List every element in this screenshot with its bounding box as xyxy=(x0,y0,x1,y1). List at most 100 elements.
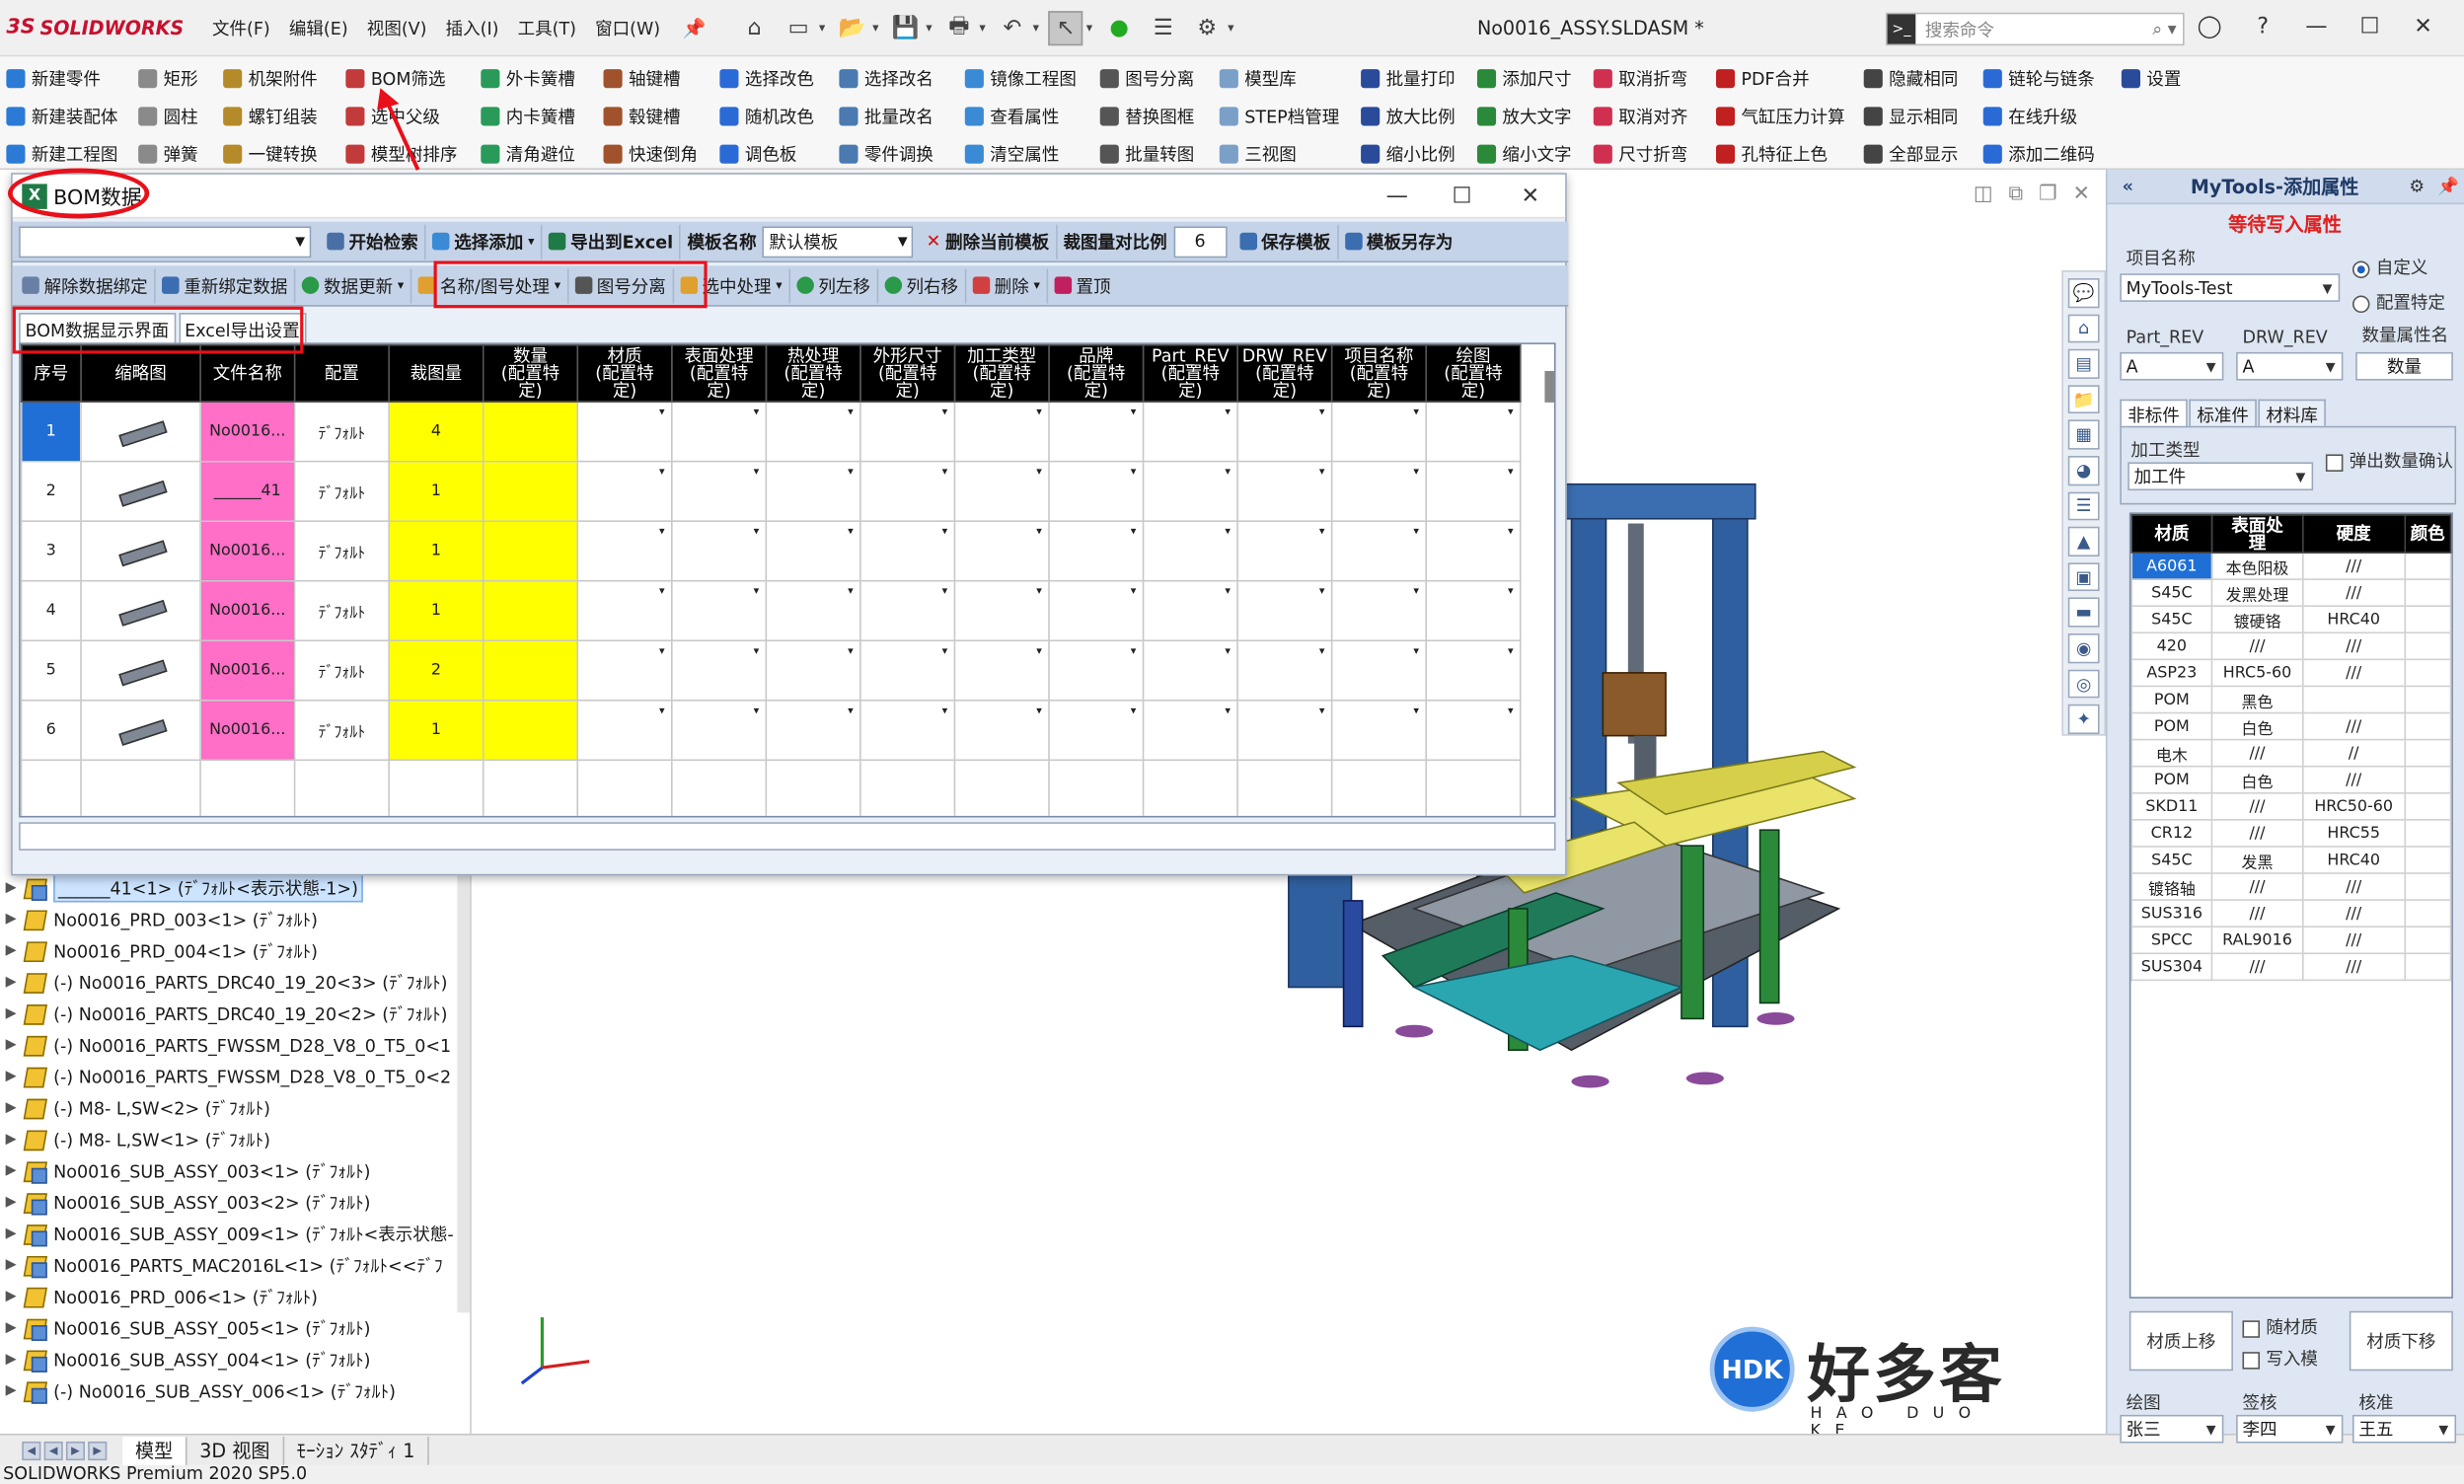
bom-cell[interactable]: ▾ xyxy=(765,579,861,642)
ribbon-button-4-2[interactable]: 清角避位 xyxy=(481,135,575,173)
material-cell[interactable]: HRC50-60 xyxy=(2301,791,2406,821)
cell-dropdown-icon[interactable]: ▾ xyxy=(754,406,760,418)
ribbon-button-5-2[interactable]: 快速倒角 xyxy=(603,135,698,173)
follow-material-check[interactable]: 随材质 xyxy=(2242,1314,2318,1339)
cell-dropdown-icon[interactable]: ▾ xyxy=(754,525,760,538)
bom-column-header[interactable]: 外形尺寸 (配置特 定) xyxy=(859,343,956,403)
expand-arrow-icon[interactable]: ▶ xyxy=(0,1320,22,1336)
tab-3d-view[interactable]: 3D 视图 xyxy=(187,1436,284,1465)
bom-cell[interactable] xyxy=(1330,759,1427,816)
bom-cell[interactable]: ▾ xyxy=(953,401,1050,463)
tree-item[interactable]: ▶ (-) M8- L,SW<1> (ﾃﾞﾌｫﾙﾄ) xyxy=(0,1124,470,1155)
bom-cell[interactable] xyxy=(859,759,956,816)
cell-dropdown-icon[interactable]: ▾ xyxy=(848,585,854,598)
bom-cell[interactable]: 1 xyxy=(388,520,485,582)
bom-cell[interactable] xyxy=(1425,759,1522,816)
material-cell[interactable]: /// xyxy=(2301,765,2406,794)
ribbon-button-6-0[interactable]: 选择改色 xyxy=(719,60,814,98)
bom-cell[interactable]: No0016... xyxy=(199,639,296,702)
bom-row[interactable]: 3 No0016... ﾃﾞﾌｫﾙﾄ 1 ▾ ▾ ▾ ▾ ▾ ▾ ▾ ▾ ▾ ▾ xyxy=(20,520,1522,582)
bom-thumbnail[interactable] xyxy=(80,639,201,702)
material-cell[interactable]: A6061 xyxy=(2130,552,2213,580)
ribbon-button-5-0[interactable]: 轴键槽 xyxy=(603,60,699,98)
bom-cell[interactable]: ▾ xyxy=(1330,460,1427,522)
bom-cell[interactable]: ▾ xyxy=(576,639,673,702)
bom-cell[interactable]: ▾ xyxy=(1236,639,1333,702)
plugin-icon-2[interactable]: ▣ xyxy=(2067,562,2100,592)
bom-cell[interactable] xyxy=(80,759,201,816)
bom-cell[interactable] xyxy=(1236,759,1333,816)
bom-cell[interactable] xyxy=(482,579,579,642)
select-add-button[interactable]: 选择添加 ▾ xyxy=(426,224,543,260)
expand-arrow-icon[interactable]: ▶ xyxy=(0,1383,22,1399)
close-icon[interactable]: ✕ xyxy=(2408,14,2439,38)
ribbon-button-13-2[interactable]: 尺寸折弯 xyxy=(1593,135,1687,173)
tree-item[interactable]: ▶ (-) No0016_PARTS_FWSSM_D28_V8_0_T5_0<2 xyxy=(0,1061,470,1092)
bom-cell[interactable]: ▾ xyxy=(576,520,673,582)
bom-cell[interactable]: No0016... xyxy=(199,520,296,582)
cell-dropdown-icon[interactable]: ▾ xyxy=(1036,705,1042,717)
bom-cell[interactable]: ▾ xyxy=(1425,639,1522,702)
material-up-button[interactable]: 材质上移 xyxy=(2128,1310,2233,1372)
file-explorer-icon[interactable]: 📁 xyxy=(2067,385,2100,414)
bom-row[interactable]: 5 No0016... ﾃﾞﾌｫﾙﾄ 2 ▾ ▾ ▾ ▾ ▾ ▾ ▾ ▾ ▾ ▾ xyxy=(20,639,1522,702)
material-cell[interactable] xyxy=(2404,765,2452,794)
panel-pin-icon[interactable]: 📌 xyxy=(2432,176,2464,196)
design-library-icon[interactable]: ▤ xyxy=(2067,349,2100,379)
menu-item-2[interactable]: 视图(V) xyxy=(357,15,436,39)
new-doc-icon[interactable]: ▭ xyxy=(782,10,816,44)
material-cell[interactable]: /// xyxy=(2210,791,2304,821)
bom-cell[interactable]: ▾ xyxy=(1048,579,1145,642)
bom-cell[interactable]: ▾ xyxy=(1142,520,1238,582)
view-palette-icon[interactable]: ▦ xyxy=(2067,420,2100,450)
bom-cell[interactable]: 5 xyxy=(20,639,82,702)
material-cell[interactable] xyxy=(2404,791,2452,821)
bom-cell[interactable]: ▾ xyxy=(1236,520,1333,582)
material-cell[interactable]: /// xyxy=(2301,552,2406,580)
save-template-button[interactable]: 保存模板 xyxy=(1232,224,1339,260)
bom-cell[interactable]: ▾ xyxy=(1330,520,1427,582)
expand-arrow-icon[interactable]: ▶ xyxy=(0,1006,22,1022)
expand-arrow-icon[interactable]: ▶ xyxy=(0,1289,22,1304)
cell-dropdown-icon[interactable]: ▾ xyxy=(1508,466,1514,479)
cell-dropdown-icon[interactable]: ▾ xyxy=(1225,585,1231,598)
traffic-light-icon[interactable]: ● xyxy=(1102,10,1137,44)
cell-dropdown-icon[interactable]: ▾ xyxy=(1413,466,1419,479)
bom-cell[interactable]: 3 xyxy=(20,520,82,582)
cell-dropdown-icon[interactable]: ▾ xyxy=(1508,705,1514,717)
material-cell[interactable]: 黑色 xyxy=(2210,685,2304,714)
ribbon-button-1-0[interactable]: 矩形 xyxy=(138,60,198,98)
material-cell[interactable]: /// xyxy=(2301,631,2406,661)
bom-cell[interactable]: ▾ xyxy=(576,579,673,642)
save-icon[interactable]: 💾 xyxy=(888,10,923,44)
proc-type-select[interactable]: 加工件 ▼ xyxy=(2128,462,2314,491)
expand-arrow-icon[interactable]: ▶ xyxy=(0,1195,22,1211)
ribbon-button-13-1[interactable]: 取消对齐 xyxy=(1593,98,1687,135)
bom-cell[interactable]: ▾ xyxy=(765,520,861,582)
material-column-header[interactable]: 颜色 xyxy=(2404,513,2452,554)
cell-dropdown-icon[interactable]: ▾ xyxy=(659,406,665,418)
bom-cell[interactable]: ▾ xyxy=(1048,699,1145,762)
material-row[interactable]: SPCC RAL9016/// xyxy=(2130,926,2452,955)
material-cell[interactable]: /// xyxy=(2210,631,2304,661)
material-row[interactable]: 420////// xyxy=(2130,631,2452,661)
ribbon-button-16-1[interactable]: 在线升级 xyxy=(1982,98,2095,135)
bom-cell[interactable]: ▾ xyxy=(859,520,956,582)
bom-cell[interactable]: 1 xyxy=(388,699,485,762)
material-cell[interactable]: /// xyxy=(2210,872,2304,901)
bom-cell[interactable] xyxy=(199,759,296,816)
material-cell[interactable]: 发黑处理 xyxy=(2210,578,2304,607)
bom-cell[interactable]: 4 xyxy=(388,401,485,463)
bom-cell[interactable]: ______41 xyxy=(199,460,296,522)
bom-cell[interactable]: ▾ xyxy=(1425,460,1522,522)
bom-cell[interactable]: ▾ xyxy=(670,460,768,522)
material-cell[interactable]: SPCC xyxy=(2130,926,2213,955)
bom-cell[interactable]: ▾ xyxy=(1330,401,1427,463)
material-cell[interactable]: /// xyxy=(2210,952,2304,982)
signer-select[interactable]: 李四 ▼ xyxy=(2236,1414,2344,1444)
data-update-button[interactable]: 数据更新 ▾ xyxy=(295,267,412,303)
ribbon-button-8-2[interactable]: 清空属性 xyxy=(964,135,1077,173)
expand-arrow-icon[interactable]: ▶ xyxy=(0,912,22,928)
material-cell[interactable]: CR12 xyxy=(2130,819,2213,848)
material-row[interactable]: A6061 本色阳极/// xyxy=(2130,552,2452,580)
